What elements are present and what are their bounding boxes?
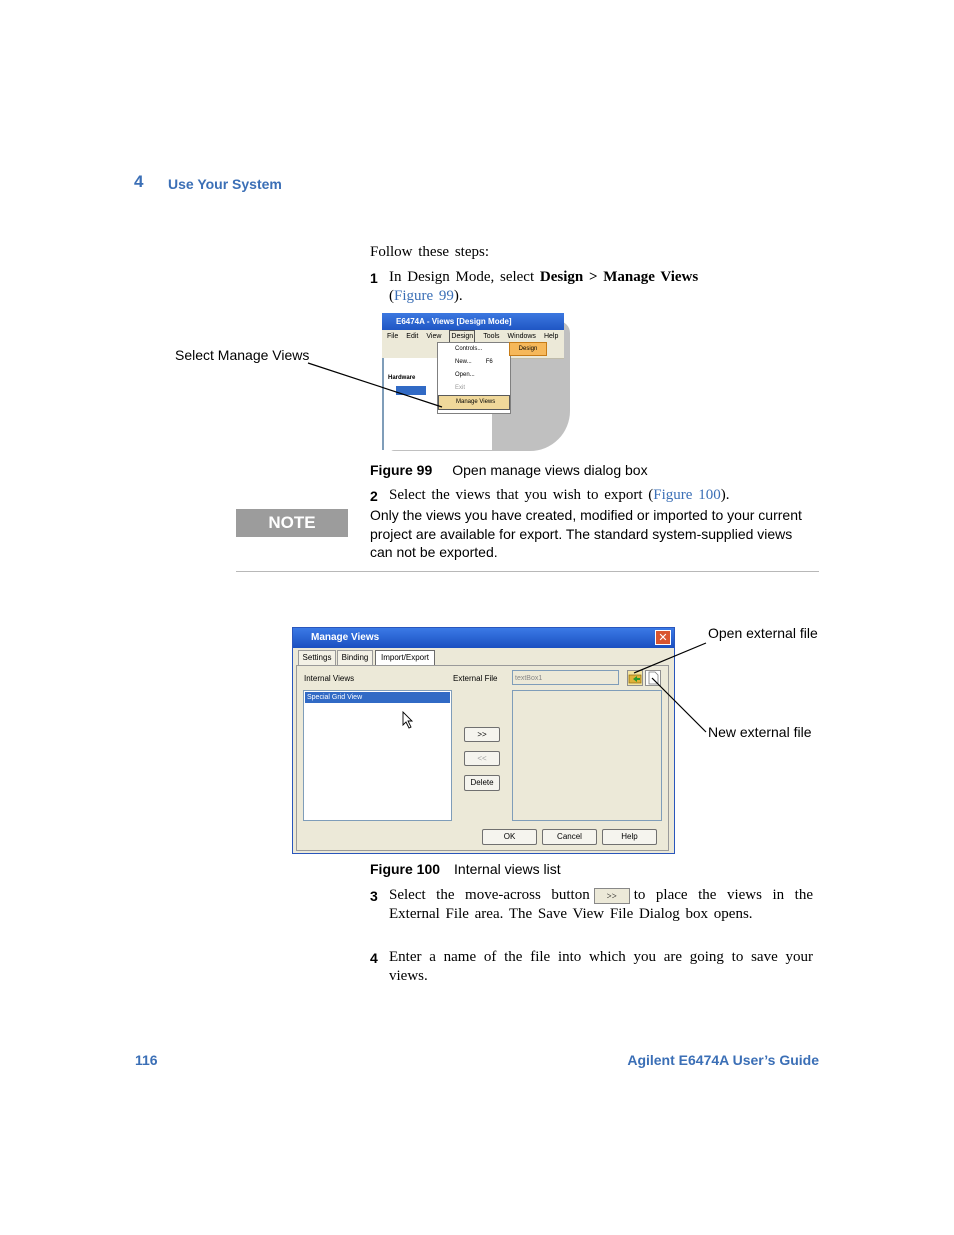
note-text: Only the views you have created, modifie… <box>370 507 802 560</box>
move-right-button[interactable]: >> <box>464 727 500 742</box>
figure-99-link[interactable]: Figure 99 <box>394 288 454 304</box>
chapter-number: 4 <box>134 172 144 191</box>
fig100-caption: Figure 100 Internal views list <box>370 861 561 877</box>
fig100-dialog: Manage Views ✕ Settings Binding Import/E… <box>292 627 675 854</box>
mouse-cursor-icon <box>402 711 414 729</box>
fig99-titlebar: E6474A - Views [Design Mode] <box>382 313 564 330</box>
guide-title: Agilent E6474A User’s Guide <box>627 1052 819 1068</box>
step-3-text: Select the move-across button >> to place … <box>389 887 813 922</box>
step-1-number: 1 <box>370 270 378 286</box>
fig100-callout-open: Open external file <box>708 625 818 641</box>
external-file-label: External File <box>453 674 498 683</box>
tab-import-export[interactable]: Import/Export <box>375 650 435 666</box>
page-number: 116 <box>135 1052 158 1068</box>
step-1-menu-path: Design > Manage Views <box>539 269 699 285</box>
delete-button[interactable]: Delete <box>464 775 500 791</box>
fig100-leader-lines <box>633 642 707 733</box>
note-divider <box>236 571 819 572</box>
tab-settings[interactable]: Settings <box>298 650 336 665</box>
internal-views-label: Internal Views <box>304 674 355 683</box>
figure-100-link[interactable]: Figure 100 <box>653 487 720 503</box>
fig100-titlebar: Manage Views <box>293 628 674 648</box>
tab-binding[interactable]: Binding <box>337 650 373 665</box>
step-3-number: 3 <box>370 888 378 904</box>
fig99-callout: Select Manage Views <box>175 347 310 363</box>
note-label: NOTE <box>236 509 348 537</box>
step-2-number: 2 <box>370 488 378 504</box>
fig100-callout-new: New external file <box>708 724 812 740</box>
ok-button[interactable]: OK <box>482 829 537 845</box>
step-2-text: Select the views that you wish to export… <box>389 487 730 503</box>
move-left-button[interactable]: << <box>464 751 500 766</box>
external-file-input[interactable]: textBox1 <box>512 670 619 685</box>
cancel-button[interactable]: Cancel <box>542 829 597 845</box>
list-item[interactable]: Special Grid View <box>305 692 450 703</box>
step-4-text: Enter a name of the file into which you … <box>389 949 813 984</box>
fig99-caption: Figure 99 Open manage views dialog box <box>370 462 648 478</box>
intro-text: Follow these steps: <box>370 244 489 260</box>
help-button[interactable]: Help <box>602 829 657 845</box>
step-1-text: In Design Mode, select Design > Manage V… <box>389 269 699 304</box>
fig99-menubar: File Edit View Design Tools Windows Help <box>382 330 564 344</box>
fig99-leader-line <box>307 362 443 408</box>
internal-views-list[interactable]: Special Grid View <box>303 690 452 821</box>
step-4-number: 4 <box>370 950 378 966</box>
inline-move-button: >> <box>593 887 630 904</box>
fig99-design-button[interactable]: Design <box>509 342 547 356</box>
chapter-title: Use Your System <box>168 176 282 192</box>
